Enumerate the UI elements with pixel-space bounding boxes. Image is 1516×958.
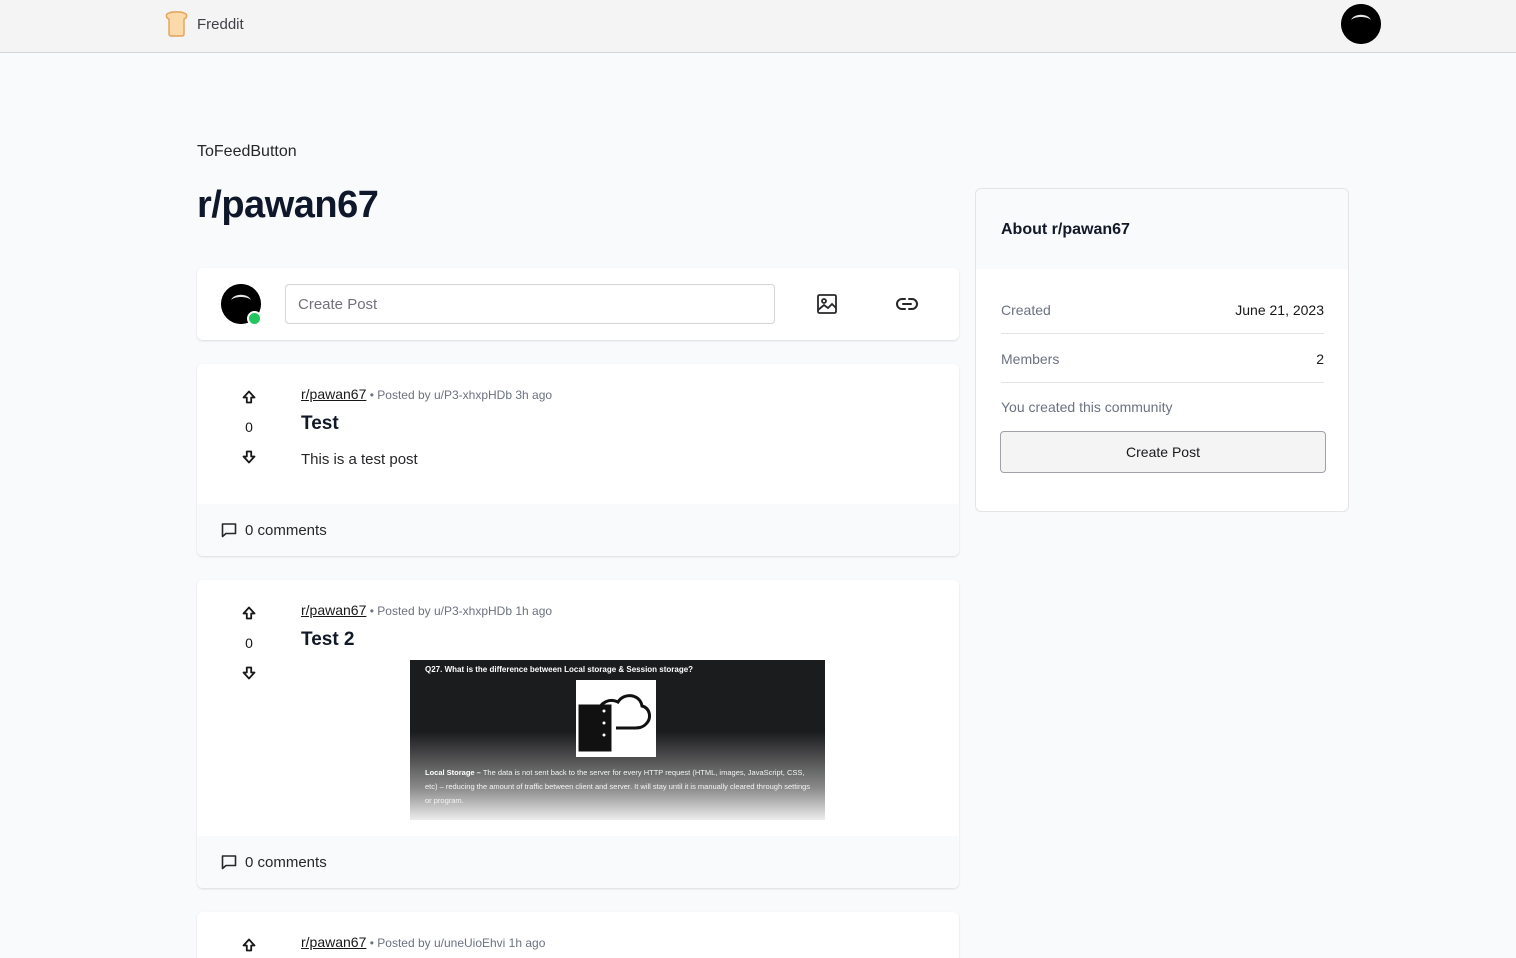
bread-icon: [165, 11, 188, 37]
user-avatar[interactable]: [1341, 4, 1381, 44]
members-label: Members: [1001, 351, 1060, 367]
vote-panel: 0: [233, 385, 265, 469]
post-meta: r/pawan67 • Posted by u/P3-xhxpHDb 1h ag…: [301, 602, 552, 618]
upvote-button[interactable]: [233, 385, 265, 409]
vote-count: 0: [245, 635, 253, 651]
created-row: Created June 21, 2023: [1001, 302, 1324, 334]
online-status-dot: [247, 311, 262, 326]
link-post-button[interactable]: [891, 288, 923, 320]
create-post-input[interactable]: [285, 284, 775, 324]
brand-name: Freddit: [197, 15, 244, 33]
comments-link[interactable]: 0 comments: [197, 836, 959, 888]
downvote-button[interactable]: [233, 445, 265, 469]
downvote-button[interactable]: [233, 661, 265, 685]
vote-panel: 0: [233, 601, 265, 685]
subreddit-link[interactable]: r/pawan67: [301, 602, 366, 618]
brand-link[interactable]: Freddit: [164, 11, 244, 37]
comment-icon: [221, 523, 237, 538]
vote-count: 0: [245, 419, 253, 435]
arrow-up-icon: [242, 606, 256, 620]
cloud-storage-icon: [576, 680, 656, 757]
subreddit-link[interactable]: r/pawan67: [301, 386, 366, 402]
image-body-text: Local Storage – The data is not sent bac…: [425, 768, 811, 805]
arrow-up-icon: [242, 938, 256, 952]
link-icon: [896, 298, 918, 310]
create-post-button[interactable]: Create Post: [1000, 431, 1326, 473]
page-title: r/pawan67: [197, 184, 379, 226]
top-navbar: Freddit: [0, 0, 1516, 53]
about-title: About r/pawan67: [976, 189, 1348, 269]
post-title[interactable]: Test 2: [301, 629, 355, 651]
members-row: Members 2: [1001, 351, 1324, 383]
post-image[interactable]: Q27. What is the difference between Loca…: [410, 660, 825, 820]
upvote-button[interactable]: [233, 933, 265, 957]
image-heading: Q27. What is the difference between Loca…: [425, 665, 694, 674]
creator-note: You created this community: [1001, 399, 1173, 415]
avatar-icon: [1341, 4, 1381, 44]
post-card: 0 r/pawan67 • Posted by u/P3-xhxpHDb 1h …: [197, 580, 959, 888]
comment-icon: [221, 855, 237, 870]
create-post-bar: [197, 268, 959, 340]
created-date: June 21, 2023: [1235, 302, 1324, 318]
image-icon: [817, 294, 837, 314]
post-meta: r/pawan67 • Posted by u/P3-xhxpHDb 3h ag…: [301, 386, 552, 402]
post-body: This is a test post: [301, 451, 418, 468]
post-author-time: • Posted by u/P3-xhxpHDb 1h ago: [369, 604, 553, 618]
comments-link[interactable]: 0 comments: [197, 504, 959, 556]
arrow-down-icon: [242, 666, 256, 680]
members-count: 2: [1316, 351, 1324, 367]
post-author-time: • Posted by u/uneUioEhvi 1h ago: [369, 936, 546, 950]
post-card: r/pawan67 • Posted by u/uneUioEhvi 1h ag…: [197, 912, 959, 958]
subreddit-link[interactable]: r/pawan67: [301, 934, 366, 950]
comments-count: 0 comments: [245, 521, 327, 539]
comments-count: 0 comments: [245, 853, 327, 871]
arrow-up-icon: [242, 390, 256, 404]
upvote-button[interactable]: [233, 601, 265, 625]
about-community-panel: About r/pawan67 Created June 21, 2023 Me…: [975, 188, 1349, 512]
post-author-time: • Posted by u/P3-xhxpHDb 3h ago: [369, 388, 553, 402]
post-meta: r/pawan67 • Posted by u/uneUioEhvi 1h ag…: [301, 934, 545, 950]
image-upload-button[interactable]: [811, 288, 843, 320]
post-card: 0 r/pawan67 • Posted by u/P3-xhxpHDb 3h …: [197, 364, 959, 556]
vote-panel: [233, 933, 265, 957]
arrow-down-icon: [242, 450, 256, 464]
post-title[interactable]: Test: [301, 413, 339, 435]
to-feed-button[interactable]: ToFeedButton: [197, 143, 297, 161]
created-label: Created: [1001, 302, 1051, 318]
